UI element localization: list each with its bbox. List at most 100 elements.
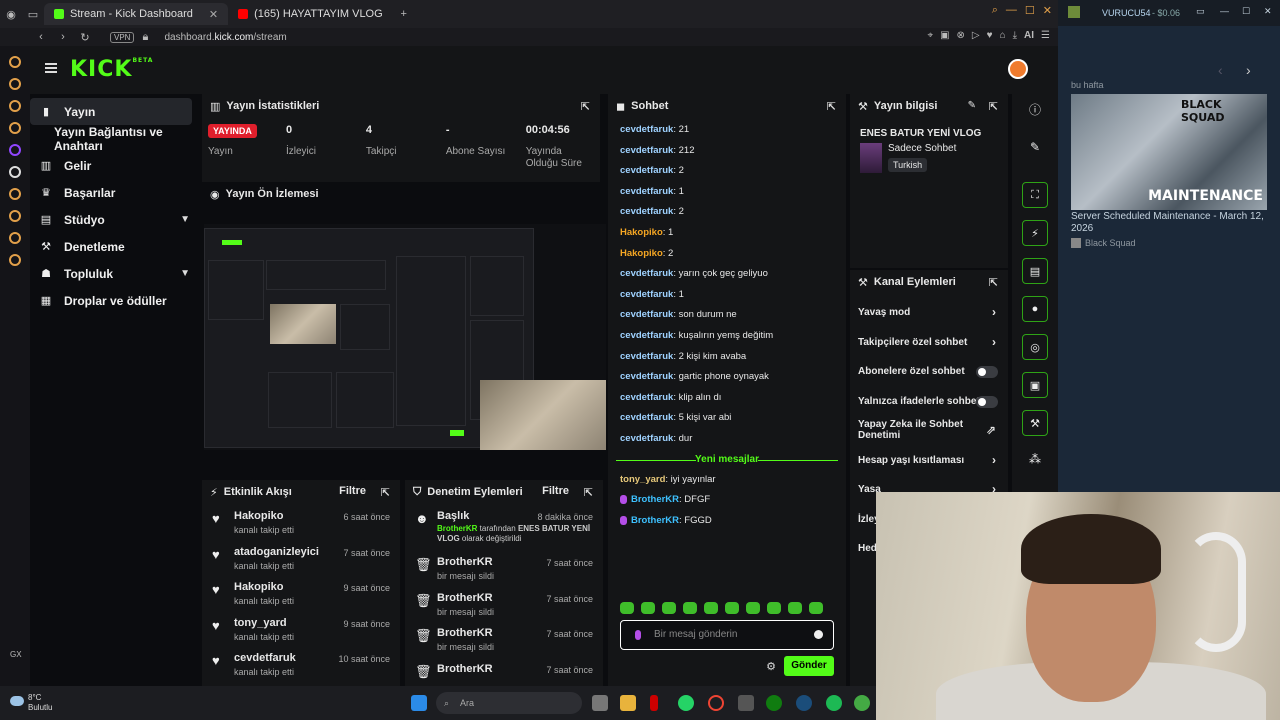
chat-username[interactable]: Hakopiko xyxy=(620,227,663,238)
sidebar-item-yayin[interactable]: ▮ Yayın xyxy=(30,98,192,125)
popout-icon[interactable]: ⇱ xyxy=(584,486,593,499)
netflix-icon[interactable] xyxy=(650,695,658,711)
sidebar-item-studyo[interactable]: ▤ Stüdyo ▼ xyxy=(30,206,198,233)
sidebar-app-icon[interactable] xyxy=(9,100,21,112)
channel-action[interactable]: Abonelere özel sohbet xyxy=(850,357,1008,387)
chat-username[interactable]: cevdetfaruk xyxy=(620,268,673,279)
new-tab-icon[interactable]: + xyxy=(397,7,411,21)
emote-icon[interactable] xyxy=(662,602,676,614)
steam-icon[interactable] xyxy=(796,695,812,711)
whatsapp-icon[interactable] xyxy=(678,695,694,711)
sidebar-item-topluluk[interactable]: ☗ Topluluk ▼ xyxy=(30,260,198,287)
news-title[interactable]: Server Scheduled Maintenance - March 12,… xyxy=(1071,211,1271,235)
hamburger-icon[interactable] xyxy=(45,63,57,73)
chat-username[interactable]: cevdetfaruk xyxy=(620,371,673,382)
weather-widget[interactable]: 8°C Bulutlu xyxy=(10,693,52,713)
url-field[interactable]: dashboard.kick.com/stream xyxy=(164,32,286,43)
chat-username[interactable]: cevdetfaruk xyxy=(620,124,673,135)
channel-action[interactable]: Yalnızca ifadelerle sohbet xyxy=(850,387,1008,417)
emote-icon[interactable] xyxy=(746,602,760,614)
document-icon[interactable]: ▤ xyxy=(1022,258,1048,284)
chat-bubble-icon[interactable]: ● xyxy=(1022,296,1048,322)
opera-menu-icon[interactable]: ◉ xyxy=(4,7,18,21)
tabs-icon[interactable]: ▭ xyxy=(26,7,40,21)
back-icon[interactable]: ‹ xyxy=(34,30,48,44)
channel-action[interactable]: Yapay Zeka ile Sohbet Denetimi ⇗ xyxy=(850,416,1008,446)
twitch-icon[interactable] xyxy=(9,144,21,156)
channel-action[interactable]: Hesap yaşı kısıtlaması › xyxy=(850,446,1008,476)
edit-icon[interactable]: ✎ xyxy=(968,100,976,111)
taskview-icon[interactable] xyxy=(592,695,608,711)
ai-button[interactable]: AI xyxy=(1024,30,1034,41)
sidebar-item-basarilar[interactable]: ♛ Başarılar xyxy=(30,179,198,206)
menu-icon[interactable]: ☰ xyxy=(1041,30,1050,41)
emoji-icon[interactable] xyxy=(814,630,823,639)
chevron-down-icon[interactable]: ▼ xyxy=(180,268,190,279)
sidebar-item-gelir[interactable]: ▥ Gelir xyxy=(30,152,198,179)
chevron-down-icon[interactable]: ▼ xyxy=(180,214,190,225)
popout-icon[interactable]: ⇱ xyxy=(989,276,998,289)
chevron-left-icon[interactable]: ‹ xyxy=(1218,62,1223,78)
popout-icon[interactable]: ⇱ xyxy=(989,100,998,113)
emote-icon[interactable] xyxy=(725,602,739,614)
edit-icon[interactable]: ✎ xyxy=(1022,134,1048,160)
chevron-right-icon[interactable]: › xyxy=(992,446,996,476)
block-icon[interactable]: ⊗ xyxy=(957,30,965,41)
emote-icon[interactable] xyxy=(809,602,823,614)
history-icon[interactable] xyxy=(9,210,21,222)
x-icon[interactable] xyxy=(9,166,21,178)
kick-logo[interactable]: KICKBETA xyxy=(70,57,153,82)
extension-icon[interactable]: ⌂ xyxy=(1000,30,1006,41)
maximize-icon[interactable]: ☐ xyxy=(1242,6,1250,17)
minimize-icon[interactable]: — xyxy=(1220,6,1229,16)
chat-username[interactable]: cevdetfaruk xyxy=(620,289,673,300)
chat-username[interactable]: BrotherKR xyxy=(631,515,679,526)
bolt-icon[interactable]: ⚡ xyxy=(1022,220,1048,246)
chat-username[interactable]: BrotherKR xyxy=(631,494,679,505)
popout-icon[interactable]: ⇱ xyxy=(827,100,836,113)
chat-username[interactable]: cevdetfaruk xyxy=(620,186,673,197)
send-button[interactable]: Gönder xyxy=(784,656,834,676)
camera-icon[interactable]: ▣ xyxy=(940,30,949,41)
filter-button[interactable]: Filtre xyxy=(542,485,569,497)
app-icon[interactable] xyxy=(738,695,754,711)
xbox-icon[interactable] xyxy=(766,695,782,711)
toggle-switch[interactable] xyxy=(976,366,998,378)
windows-start-icon[interactable] xyxy=(411,695,427,711)
toggle-switch[interactable] xyxy=(976,395,998,408)
opera-gx-icon[interactable] xyxy=(708,695,724,711)
gear-icon[interactable]: ⚙ xyxy=(766,660,776,673)
play-icon[interactable]: ▷ xyxy=(972,30,980,41)
chat-username[interactable]: tony_yard xyxy=(620,474,665,485)
layout-icon[interactable]: ▣ xyxy=(1022,372,1048,398)
focus-icon[interactable]: ⛶ xyxy=(1022,182,1048,208)
emote-icon[interactable] xyxy=(788,602,802,614)
chat-username[interactable]: cevdetfaruk xyxy=(620,145,673,156)
steam-avatar[interactable] xyxy=(1068,6,1080,18)
emote-icon[interactable] xyxy=(683,602,697,614)
share-icon[interactable]: ⁂ xyxy=(1022,446,1048,472)
wrench-icon[interactable]: ⚒ xyxy=(1022,410,1048,436)
vpn-badge[interactable]: VPN xyxy=(110,31,135,43)
tab-close-icon[interactable]: ✕ xyxy=(209,8,218,21)
minimize-icon[interactable]: — xyxy=(1006,4,1017,17)
chat-username[interactable]: cevdetfaruk xyxy=(620,330,673,341)
settings-icon[interactable] xyxy=(9,254,21,266)
sidebar-app-icon[interactable] xyxy=(9,122,21,134)
filter-button[interactable]: Filtre xyxy=(339,485,366,497)
app-icon[interactable] xyxy=(854,695,870,711)
channel-action[interactable]: Takipçilere özel sohbet › xyxy=(850,328,1008,358)
tab-kick-dashboard[interactable]: Stream - Kick Dashboard ✕ xyxy=(44,3,229,25)
minimize-icon[interactable]: ▭ xyxy=(1196,6,1205,17)
download-icon[interactable]: ⤓ xyxy=(1013,30,1017,41)
heart-icon[interactable]: ♥ xyxy=(987,30,993,41)
gx-label[interactable]: GX xyxy=(10,650,22,659)
chat-username[interactable]: Hakopiko xyxy=(620,248,663,259)
external-link-icon[interactable]: ⇗ xyxy=(986,416,996,446)
forward-icon[interactable]: › xyxy=(56,30,70,44)
chat-username[interactable]: cevdetfaruk xyxy=(620,412,673,423)
broadcast-icon[interactable]: ◎ xyxy=(1022,334,1048,360)
chat-username[interactable]: cevdetfaruk xyxy=(620,309,673,320)
chevron-right-icon[interactable]: › xyxy=(992,328,996,358)
sidebar-app-icon[interactable] xyxy=(9,232,21,244)
